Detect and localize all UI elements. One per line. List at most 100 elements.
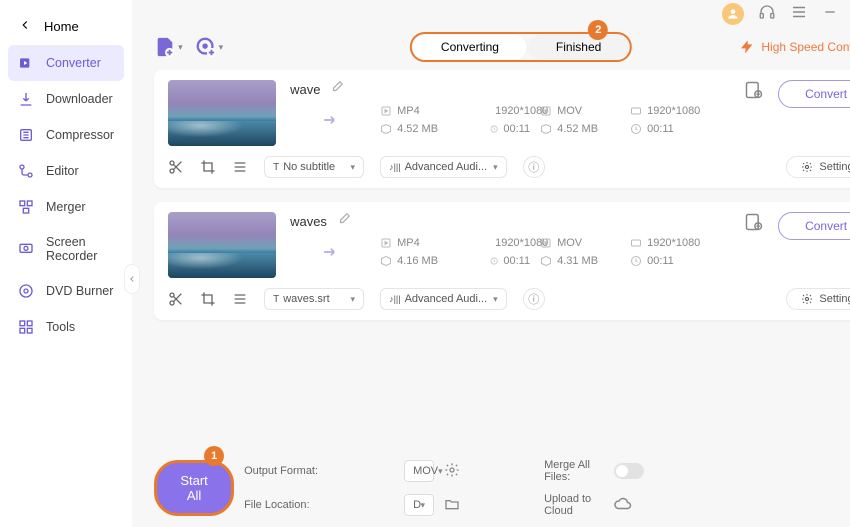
sidebar-item-dvd-burner[interactable]: DVD Burner [0, 273, 132, 309]
sidebar-label: Compressor [46, 128, 114, 142]
back-home-row[interactable]: Home [0, 8, 132, 45]
menu-icon[interactable] [790, 3, 808, 26]
edit-name-icon[interactable] [337, 212, 351, 231]
file-card: wave MP4 1920*1080 MOV 1920*1080 4.52 MB… [154, 70, 850, 188]
footer: Output Format: MOV▾ Merge All Files: 1 S… [132, 449, 850, 527]
file-list: wave MP4 1920*1080 MOV 1920*1080 4.52 MB… [132, 62, 850, 449]
sidebar-label: Editor [46, 164, 79, 178]
home-label: Home [44, 19, 79, 34]
sidebar-item-compressor[interactable]: Compressor [0, 117, 132, 153]
output-format-label: Output Format: [244, 465, 394, 477]
sidebar-label: Downloader [46, 92, 113, 106]
src-format: MP4 [380, 237, 480, 249]
dst-format: MOV [540, 237, 620, 249]
sidebar-item-merger[interactable]: Merger [0, 189, 132, 225]
file-name: wave [290, 82, 320, 97]
src-size: 4.16 MB [380, 255, 480, 267]
src-size: 4.52 MB [380, 123, 480, 135]
high-speed-conversion[interactable]: High Speed Conversion [739, 39, 850, 55]
output-gear-icon[interactable] [444, 462, 534, 481]
video-thumbnail[interactable] [168, 80, 276, 146]
info-icon[interactable]: ⓘ [523, 156, 545, 178]
high-speed-label: High Speed Conversion [761, 40, 850, 54]
subtitle-dropdown[interactable]: TNo subtitle▾ [264, 156, 364, 178]
file-card: waves MP4 1920*1080 MOV 1920*1080 4.16 M… [154, 202, 850, 320]
sidebar-label: Merger [46, 200, 86, 214]
dst-duration: 00:11 [630, 123, 730, 135]
src-duration: 00:11 [490, 255, 530, 267]
badge-1: 1 [204, 446, 224, 466]
audio-dropdown[interactable]: ♪|||Advanced Audi...▾ [380, 156, 507, 178]
chevron-left-icon [18, 18, 32, 35]
sidebar: Home Converter Downloader Compressor Edi… [0, 0, 132, 527]
src-duration: 00:11 [490, 123, 530, 135]
arrow-right-icon [290, 110, 370, 130]
src-resolution: 1920*1080 [490, 237, 530, 249]
dst-format: MOV [540, 105, 620, 117]
editor-icon [18, 163, 34, 179]
main-panel: ▾ ▾ Converting Finished 2 High Speed Con… [132, 0, 850, 527]
output-settings-icon[interactable] [744, 80, 764, 105]
dst-size: 4.31 MB [540, 255, 620, 267]
avatar-icon[interactable] [722, 3, 744, 25]
sidebar-item-tools[interactable]: Tools [0, 309, 132, 345]
dst-duration: 00:11 [630, 255, 730, 267]
tabs: Converting Finished 2 [410, 32, 632, 62]
add-file-button[interactable]: ▾ [154, 36, 183, 58]
upload-label: Upload to Cloud [544, 493, 604, 517]
settings-button[interactable]: Settings [786, 156, 850, 178]
folder-icon[interactable] [444, 496, 534, 515]
src-format: MP4 [380, 105, 480, 117]
sidebar-label: Screen Recorder [46, 235, 114, 263]
trim-icon[interactable] [168, 159, 184, 175]
sidebar-label: Tools [46, 320, 75, 334]
output-settings-icon[interactable] [744, 212, 764, 237]
dst-resolution: 1920*1080 [630, 105, 730, 117]
edit-name-icon[interactable] [330, 80, 344, 99]
crop-icon[interactable] [200, 159, 216, 175]
crop-icon[interactable] [200, 291, 216, 307]
sidebar-label: Converter [46, 56, 101, 70]
convert-button[interactable]: Convert [778, 80, 850, 108]
minimize-icon[interactable] [822, 4, 838, 25]
dst-size: 4.52 MB [540, 123, 620, 135]
audio-dropdown[interactable]: ♪|||Advanced Audi...▾ [380, 288, 507, 310]
trim-icon[interactable] [168, 291, 184, 307]
more-icon[interactable] [232, 291, 248, 307]
output-format-dropdown[interactable]: MOV▾ [404, 460, 434, 482]
topbar: ▾ ▾ Converting Finished 2 High Speed Con… [132, 28, 850, 62]
converter-icon [18, 55, 34, 71]
sidebar-item-editor[interactable]: Editor [0, 153, 132, 189]
settings-button[interactable]: Settings [786, 288, 850, 310]
video-thumbnail[interactable] [168, 212, 276, 278]
tab-finished[interactable]: Finished [528, 35, 629, 59]
info-icon[interactable]: ⓘ [523, 288, 545, 310]
tools-icon [18, 319, 34, 335]
sidebar-label: DVD Burner [46, 284, 113, 298]
sidebar-item-downloader[interactable]: Downloader [0, 81, 132, 117]
cloud-icon[interactable] [614, 495, 768, 516]
arrow-right-icon [290, 242, 370, 262]
headset-icon[interactable] [758, 3, 776, 26]
subtitle-dropdown[interactable]: Twaves.srt▾ [264, 288, 364, 310]
sidebar-item-screen-recorder[interactable]: Screen Recorder [0, 225, 132, 273]
titlebar [132, 0, 850, 28]
add-from-device-button[interactable]: ▾ [195, 36, 224, 58]
file-name: waves [290, 214, 327, 229]
merge-toggle[interactable] [614, 463, 644, 479]
screen-recorder-icon [18, 241, 34, 257]
start-all-button[interactable]: Start All [154, 460, 234, 516]
chevron-down-icon: ▾ [178, 42, 183, 53]
more-icon[interactable] [232, 159, 248, 175]
file-location-label: File Location: [244, 499, 394, 511]
chevron-down-icon: ▾ [219, 42, 224, 53]
sidebar-item-converter[interactable]: Converter [8, 45, 124, 81]
merger-icon [18, 199, 34, 215]
downloader-icon [18, 91, 34, 107]
sidebar-collapse-handle[interactable] [124, 264, 140, 294]
dvd-burner-icon [18, 283, 34, 299]
convert-button[interactable]: Convert [778, 212, 850, 240]
merge-label: Merge All Files: [544, 459, 604, 483]
tab-converting[interactable]: Converting [413, 35, 528, 59]
file-location-dropdown[interactable]: D:\Wondershare UniConverter 1▾ [404, 494, 434, 516]
